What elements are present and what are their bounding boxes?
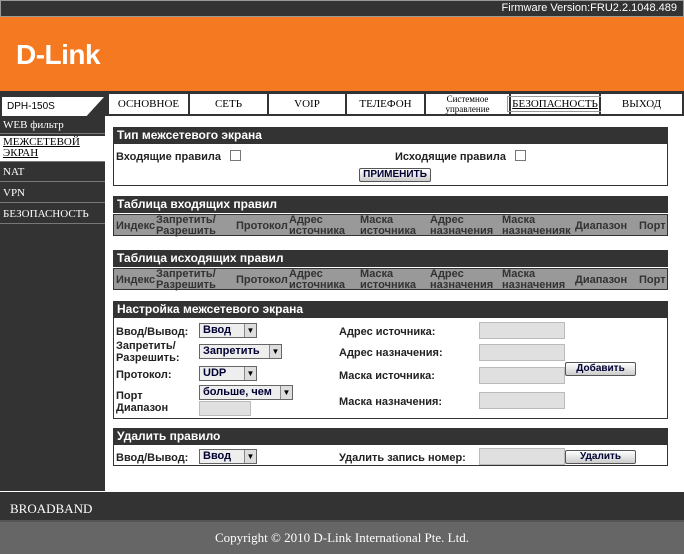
range-label: Диапазон [116,402,169,414]
outgoing-table-header: Индекс Запретить/ Разрешить Протокол Адр… [113,268,668,291]
port-range-input[interactable] [199,401,251,416]
tab-label: ОСНОВНОЕ [117,98,180,110]
col-header: Протокол [236,220,288,232]
col-header: Адрес назначения [430,214,494,237]
tab-basic[interactable]: ОСНОВНОЕ [109,94,189,114]
incoming-table-title: Таблица входящих правил [113,196,668,213]
delete-io-select[interactable]: Ввод ▼ [199,449,257,464]
firewall-type-title: Тип межсетевого экрана [113,127,668,144]
tab-system[interactable]: Системное управление [426,94,510,114]
top-bar: Firmware Version:FRU2.2.1048.489 [0,0,684,17]
port-condition-value: больше, чем [203,386,272,398]
apply-button[interactable]: ПРИМЕНИТЬ [359,168,431,182]
col-header: Порт [639,220,666,232]
src-addr-label: Адрес источника: [339,326,436,338]
broadband-label: BROADBAND [10,501,93,516]
src-mask-label: Маска источника: [339,370,435,382]
col-header: Адрес источника [289,268,345,291]
col-header: Протокол [236,274,288,286]
tab-logout[interactable]: ВЫХОД [601,94,683,114]
io-label: Ввод/Вывод: [116,326,189,338]
copyright-bar: Copyright © 2010 D-Link International Pt… [0,522,684,554]
header-banner: D-Link [0,17,684,91]
sidebar-item-firewall[interactable]: МЕЖСЕТЕВОЙ ЭКРАН [0,136,105,162]
io-select[interactable]: Ввод ▼ [199,323,257,338]
incoming-table-header: Индекс Запретить/ Разрешить Протокол Адр… [113,214,668,237]
col-header: Запретить/ Разрешить [156,268,216,291]
dst-mask-input[interactable] [479,392,565,409]
sidebar-item-nat[interactable]: NAT [0,164,105,182]
deny-allow-label: Запретить/ Разрешить: [116,340,180,364]
firmware-version: Firmware Version:FRU2.2.1048.489 [501,2,677,14]
col-header: Порт [639,274,666,286]
delete-button[interactable]: Удалить [565,450,636,464]
col-header: Индекс [116,220,156,232]
chevron-down-icon: ▼ [280,386,292,399]
tab-label: ВЫХОД [621,98,662,110]
outgoing-rules-label: Исходящие правила [395,151,507,163]
tab-label: ТЕЛЕФОН [359,98,412,110]
sidebar-item-web-filter[interactable]: WEB фильтр [0,119,105,134]
tab-security[interactable]: БЕЗОПАСНОСТЬ [507,94,603,114]
delete-io-value: Ввод [203,450,232,462]
outgoing-rules-checkbox[interactable] [515,150,526,161]
dst-mask-label: Маска назначения: [339,396,443,408]
deny-allow-select[interactable]: Запретить ▼ [199,344,282,359]
col-header: Адрес назначения [430,268,494,291]
delete-record-label: Удалить запись номер: [339,452,466,464]
col-header: Индекс [116,274,156,286]
sidebar-item-security[interactable]: БЕЗОПАСНОСТЬ [0,206,105,224]
col-header: Маска назначенияк [502,214,571,237]
tab-label: Системное управление [445,94,490,114]
outgoing-table-title: Таблица исходящих правил [113,250,668,267]
sidebar-item-vpn[interactable]: VPN [0,185,105,203]
deny-allow-value: Запретить [203,345,260,357]
tab-phone[interactable]: ТЕЛЕФОН [347,94,425,114]
copyright-text: Copyright © 2010 D-Link International Pt… [215,530,469,545]
delete-io-label: Ввод/Вывод: [116,452,189,464]
protocol-value: UDP [203,367,227,379]
tab-label: СЕТЬ [214,98,243,110]
port-condition-select[interactable]: больше, чем ▼ [199,385,293,400]
add-button[interactable]: Добавить [565,362,636,376]
chevron-down-icon: ▼ [244,324,256,337]
col-header: Маска источника [360,214,416,237]
dlink-logo: D-Link [16,39,101,70]
dst-addr-label: Адрес назначения: [339,347,443,359]
incoming-rules-label: Входящие правила [116,151,221,163]
col-header: Диапазон [575,220,628,232]
firewall-settings-title: Настройка межсетевого экрана [113,301,668,318]
dst-addr-input[interactable] [479,344,565,361]
src-mask-input[interactable] [479,367,565,384]
chevron-down-icon: ▼ [269,345,281,358]
delete-rule-title: Удалить правило [113,428,668,445]
col-header: Маска источника [360,268,416,291]
io-value: Ввод [203,324,232,336]
port-label: Порт [116,390,143,402]
tab-label: БЕЗОПАСНОСТЬ [507,96,603,112]
tab-voip[interactable]: VOIP [269,94,346,114]
chevron-down-icon: ▼ [244,450,256,463]
protocol-select[interactable]: UDP ▼ [199,366,257,381]
broadband-bar: BROADBAND [0,492,684,522]
model-label: DPH-150S [2,97,104,116]
chevron-down-icon: ▼ [244,367,256,380]
col-header: Запретить/ Разрешить [156,214,216,237]
delete-record-input[interactable] [479,448,565,465]
col-header: Диапазон [575,274,628,286]
col-header: Адрес источника [289,214,345,237]
col-header: Маска назначения [502,268,566,291]
tab-network[interactable]: СЕТЬ [190,94,268,114]
src-addr-input[interactable] [479,322,565,339]
incoming-rules-checkbox[interactable] [230,150,241,161]
tab-label: VOIP [294,98,320,110]
protocol-label: Протокол: [116,369,172,381]
